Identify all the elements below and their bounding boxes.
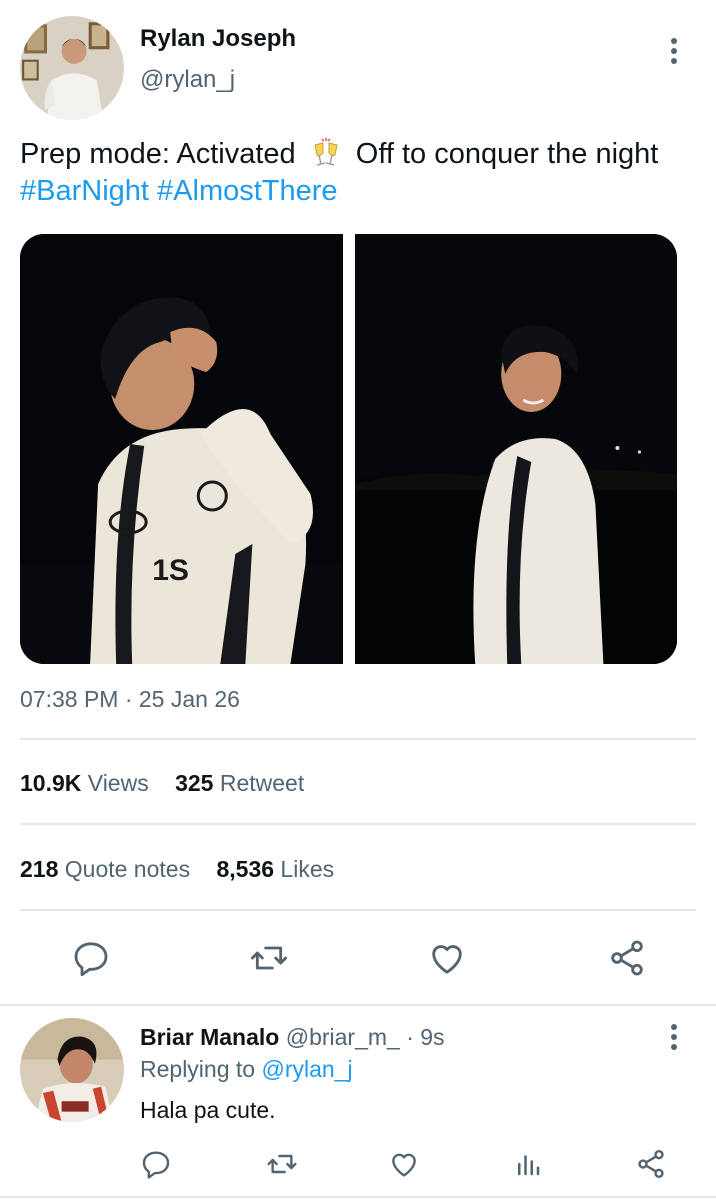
reply-text: Hala pa cute.	[140, 1097, 276, 1123]
author-avatar[interactable]	[20, 16, 124, 120]
share-icon[interactable]	[631, 1146, 671, 1182]
tweet-timestamp[interactable]: 07:38 PM · 25 Jan 26	[20, 686, 240, 713]
more-options-icon[interactable]	[664, 34, 684, 68]
reply-icon[interactable]	[136, 1146, 176, 1182]
retweet-stat[interactable]: 325 Retweet	[175, 770, 304, 797]
retweet-icon[interactable]	[244, 936, 294, 980]
author-name[interactable]: Rylan Joseph	[140, 25, 296, 53]
divider	[20, 738, 696, 740]
reply-author-handle[interactable]: @briar_m_	[286, 1024, 400, 1050]
share-icon[interactable]	[602, 936, 652, 980]
svg-text:1S: 1S	[152, 554, 189, 587]
reply-icon[interactable]	[66, 936, 116, 980]
reply-header: Briar Manalo @briar_m_ · 9s	[140, 1024, 445, 1051]
avatar-image	[20, 16, 124, 120]
divider	[0, 1004, 716, 1006]
media-grid: 1S	[20, 234, 677, 664]
mention-link[interactable]: @rylan_j	[261, 1056, 352, 1082]
like-icon[interactable]	[384, 1146, 424, 1182]
replying-to: Replying to @rylan_j	[140, 1056, 353, 1083]
likes-stat[interactable]: 8,536 Likes	[216, 856, 334, 883]
hashtag-link[interactable]: #AlmostThere	[157, 175, 338, 207]
retweet-icon[interactable]	[262, 1146, 302, 1182]
tweet-photo-2[interactable]	[354, 234, 677, 664]
tweet-text: Prep mode: Activated Off to conquer the …	[20, 136, 680, 210]
clinking-glasses-icon	[308, 137, 344, 167]
divider	[20, 909, 696, 911]
views-stat[interactable]: 10.9K Views	[20, 770, 149, 797]
tweet-text-part: Prep mode: Activated	[20, 138, 296, 170]
reply-author-name[interactable]: Briar Manalo	[140, 1024, 279, 1050]
avatar-image	[20, 1018, 124, 1122]
reply-time[interactable]: · 9s	[406, 1024, 444, 1050]
tweet-text-part: Off to conquer the night	[355, 138, 659, 170]
views-icon[interactable]	[508, 1146, 548, 1182]
replying-to-label: Replying to	[140, 1056, 256, 1082]
divider	[20, 823, 696, 825]
author-handle[interactable]: @rylan_j	[140, 66, 235, 94]
quote-stat[interactable]: 218 Quote notes	[20, 856, 190, 883]
tweet-photo-1[interactable]: 1S	[20, 234, 343, 664]
like-icon[interactable]	[422, 936, 472, 980]
stats-row-1: 10.9K Views 325 Retweet	[20, 770, 324, 797]
hashtag-link[interactable]: #BarNight	[20, 175, 149, 207]
divider	[0, 1196, 716, 1198]
stats-row-2: 218 Quote notes 8,536 Likes	[20, 856, 354, 883]
more-options-icon[interactable]	[664, 1020, 684, 1054]
reply-avatar[interactable]	[20, 1018, 124, 1122]
